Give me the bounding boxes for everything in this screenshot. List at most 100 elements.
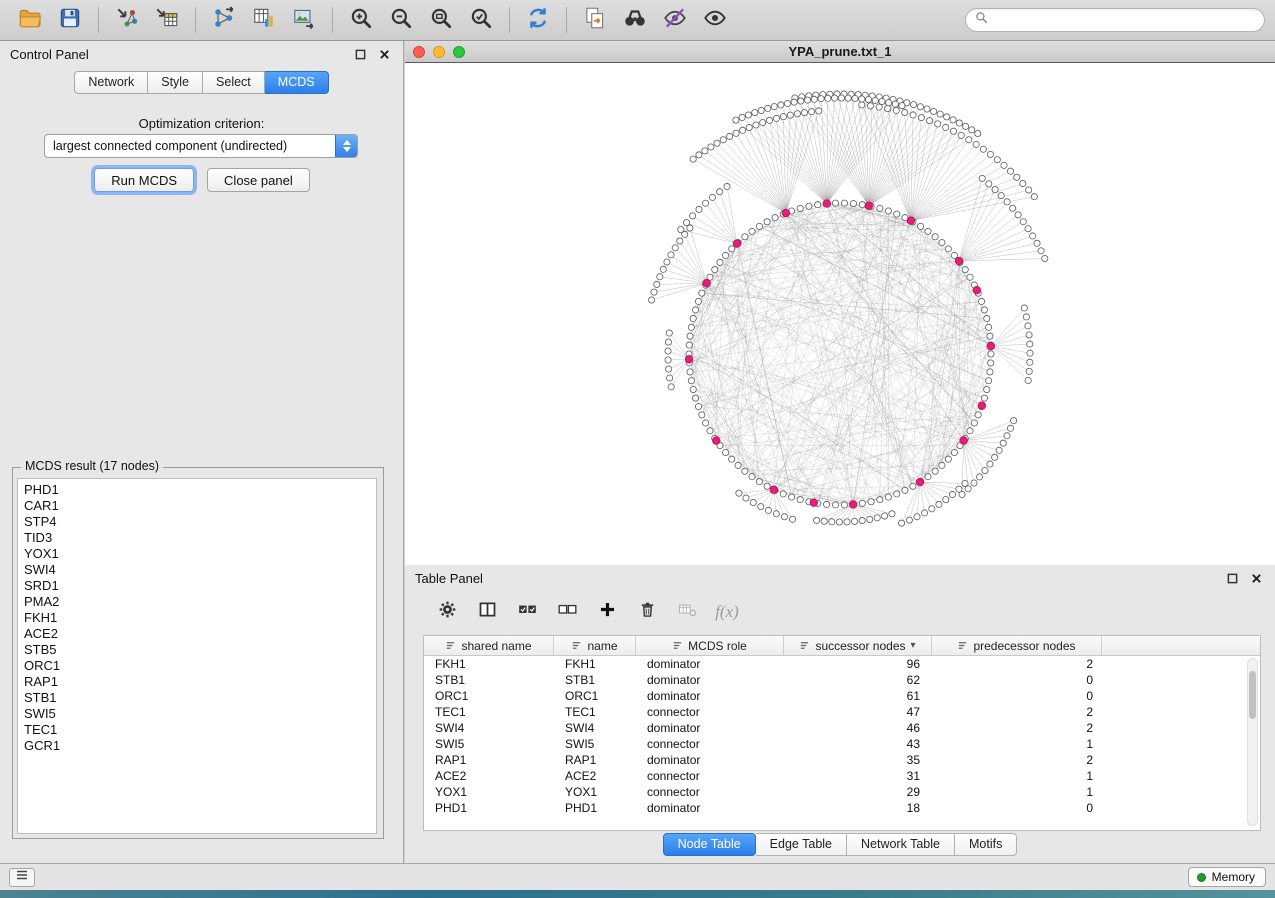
import-table-button[interactable] — [147, 3, 187, 37]
mcds-result-item[interactable]: STB5 — [18, 642, 376, 658]
mcds-result-item[interactable]: ACE2 — [18, 626, 376, 642]
mcds-result-item[interactable]: SRD1 — [18, 578, 376, 594]
table-row[interactable]: ORC1ORC1dominator610 — [424, 688, 1260, 704]
cell-succ: 35 — [784, 752, 932, 768]
table-row[interactable]: RAP1RAP1dominator352 — [424, 752, 1260, 768]
column-header-successor-nodes[interactable]: successor nodes ▾ — [784, 636, 932, 655]
cell-shared_name: SWI4 — [424, 720, 554, 736]
network-graph[interactable] — [405, 63, 1275, 565]
table-row[interactable]: PHD1PHD1dominator180 — [424, 800, 1260, 816]
table-row[interactable]: SWI4SWI4dominator462 — [424, 720, 1260, 736]
mcds-result-item[interactable]: FKH1 — [18, 610, 376, 626]
mcds-result-item[interactable]: TID3 — [18, 530, 376, 546]
tab-edge-table[interactable]: Edge Table — [756, 833, 847, 856]
mcds-result-item[interactable]: SWI5 — [18, 706, 376, 722]
mcds-result-list[interactable]: PHD1CAR1STP4TID3YOX1SWI4SRD1PMA2FKH1ACE2… — [17, 478, 377, 834]
cell-name: RAP1 — [554, 752, 636, 768]
minimize-window-icon[interactable] — [433, 46, 445, 58]
main-toolbar — [0, 0, 1275, 41]
cell-shared_name: STB1 — [424, 672, 554, 688]
export-image-button[interactable] — [284, 3, 324, 37]
mcds-result-item[interactable]: GCR1 — [18, 738, 376, 754]
run-mcds-button[interactable]: Run MCDS — [94, 168, 194, 192]
close-icon[interactable] — [375, 45, 393, 63]
column-header-predecessor-nodes[interactable]: predecessor nodes — [932, 636, 1102, 655]
toolbar-separator — [509, 7, 510, 33]
tab-style[interactable]: Style — [148, 71, 203, 94]
network-canvas[interactable] — [405, 63, 1275, 565]
close-window-icon[interactable] — [413, 46, 425, 58]
refresh-button[interactable] — [518, 3, 558, 37]
mcds-result-item[interactable]: STB1 — [18, 690, 376, 706]
tab-network-table[interactable]: Network Table — [847, 833, 955, 856]
delete-columns-button[interactable] — [629, 596, 665, 628]
cell-succ: 62 — [784, 672, 932, 688]
mcds-result-item[interactable]: STP4 — [18, 514, 376, 530]
criterion-select[interactable]: largest connected component (undirected) — [44, 134, 358, 158]
control-panel-header: Control Panel — [0, 41, 403, 67]
table-panel-header: Table Panel — [405, 565, 1275, 591]
table-row[interactable]: FKH1FKH1dominator962 — [424, 656, 1260, 672]
table-row[interactable]: SWI5SWI5connector431 — [424, 736, 1260, 752]
show-columns-button[interactable] — [469, 596, 505, 628]
tab-network[interactable]: Network — [74, 71, 148, 94]
zoom-fit-button[interactable] — [421, 3, 461, 37]
mcds-result-item[interactable]: SWI4 — [18, 562, 376, 578]
cell-role: connector — [636, 784, 784, 800]
cell-pred: 1 — [932, 768, 1102, 784]
mcds-result-item[interactable]: RAP1 — [18, 674, 376, 690]
mcds-result-item[interactable]: CAR1 — [18, 498, 376, 514]
tab-node-table[interactable]: Node Table — [663, 833, 756, 856]
first-neighbors-button[interactable] — [615, 3, 655, 37]
show-all-button[interactable] — [695, 3, 735, 37]
zoom-selected-button[interactable] — [461, 3, 501, 37]
tab-motifs[interactable]: Motifs — [955, 833, 1017, 856]
import-network-button[interactable] — [107, 3, 147, 37]
mcds-result-item[interactable]: ORC1 — [18, 658, 376, 674]
cell-name: TEC1 — [554, 704, 636, 720]
mcds-result-item[interactable]: PHD1 — [18, 482, 376, 498]
plus-icon — [597, 599, 618, 625]
close-icon[interactable] — [1247, 569, 1265, 587]
mcds-result-item[interactable]: PMA2 — [18, 594, 376, 610]
zoom-in-button[interactable] — [341, 3, 381, 37]
table-row[interactable]: STB1STB1dominator620 — [424, 672, 1260, 688]
zoom-out-button[interactable] — [381, 3, 421, 37]
column-header-shared-name[interactable]: shared name — [424, 636, 554, 655]
status-menu-button[interactable] — [9, 868, 35, 887]
network-share-button[interactable] — [204, 3, 244, 37]
maximize-window-icon[interactable] — [453, 46, 465, 58]
table-row[interactable]: YOX1YOX1connector291 — [424, 784, 1260, 800]
column-header-mcds-role[interactable]: MCDS role — [636, 636, 784, 655]
close-panel-button[interactable]: Close panel — [207, 168, 310, 192]
hide-selected-button[interactable] — [655, 3, 695, 37]
network-window-titlebar[interactable]: YPA_prune.txt_1 — [405, 41, 1275, 63]
float-button[interactable] — [1223, 569, 1241, 587]
mcds-result-item[interactable]: YOX1 — [18, 546, 376, 562]
tab-select[interactable]: Select — [203, 71, 265, 94]
cell-succ: 61 — [784, 688, 932, 704]
float-button[interactable] — [351, 45, 369, 63]
table-row[interactable]: ACE2ACE2connector311 — [424, 768, 1260, 784]
new-network-table-button[interactable] — [244, 3, 284, 37]
table-settings-button[interactable] — [429, 596, 465, 628]
mcds-result-item[interactable]: TEC1 — [18, 722, 376, 738]
column-header-name[interactable]: name — [554, 636, 636, 655]
save-button[interactable] — [50, 3, 90, 37]
table-scrollbar[interactable] — [1247, 658, 1258, 826]
search-input[interactable] — [994, 12, 1255, 28]
memory-button[interactable]: Memory — [1188, 867, 1266, 887]
scrollbar-thumb[interactable] — [1249, 671, 1256, 719]
cell-name: FKH1 — [554, 656, 636, 672]
table-row[interactable]: TEC1TEC1connector472 — [424, 704, 1260, 720]
tab-mcds[interactable]: MCDS — [265, 71, 329, 94]
unselect-all-columns-button[interactable] — [549, 596, 585, 628]
select-all-columns-button[interactable] — [509, 596, 545, 628]
status-bar: Memory — [0, 863, 1275, 890]
cell-succ: 47 — [784, 704, 932, 720]
clone-network-button[interactable] — [575, 3, 615, 37]
open-file-button[interactable] — [10, 3, 50, 37]
toolbar-separator — [566, 7, 567, 33]
chevron-down-icon: ▾ — [911, 640, 916, 651]
create-column-button[interactable] — [589, 596, 625, 628]
